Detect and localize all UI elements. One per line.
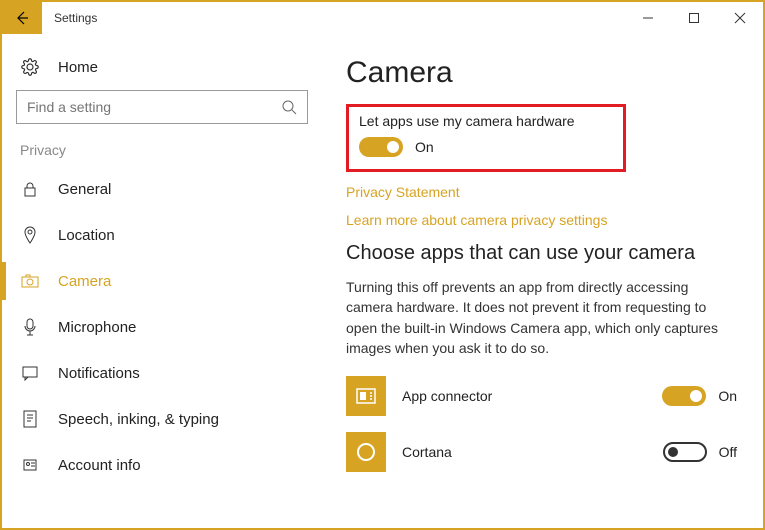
sidebar-item-label: Speech, inking, & typing <box>58 411 219 428</box>
speech-icon <box>20 410 40 428</box>
highlight-box: Let apps use my camera hardware On <box>346 104 626 172</box>
app-connector-toggle[interactable] <box>662 386 706 406</box>
camera-icon <box>20 274 40 288</box>
master-toggle-state: On <box>415 139 434 155</box>
lock-icon <box>20 181 40 197</box>
maximize-button[interactable] <box>671 2 717 34</box>
privacy-statement-link[interactable]: Privacy Statement <box>346 184 737 200</box>
category-label: Privacy <box>2 142 322 166</box>
sidebar-item-microphone[interactable]: Microphone <box>2 304 322 350</box>
sidebar-item-camera[interactable]: Camera <box>2 258 322 304</box>
sidebar-item-label: Camera <box>58 273 111 290</box>
sidebar: Home Privacy General Location Camera Mic… <box>2 34 322 528</box>
home-label: Home <box>58 59 98 76</box>
search-box[interactable] <box>16 90 308 124</box>
master-toggle[interactable] <box>359 137 403 157</box>
arrow-left-icon <box>14 10 30 26</box>
app-row-cortana: Cortana Off <box>346 432 737 472</box>
sidebar-item-label: Account info <box>58 457 141 474</box>
cortana-state: Off <box>719 444 737 460</box>
home-button[interactable]: Home <box>2 50 322 90</box>
master-toggle-label: Let apps use my camera hardware <box>359 113 613 129</box>
sidebar-item-speech[interactable]: Speech, inking, & typing <box>2 396 322 442</box>
app-connector-icon <box>346 376 386 416</box>
sidebar-item-label: Location <box>58 227 115 244</box>
sidebar-item-label: Notifications <box>58 365 140 382</box>
sidebar-item-general[interactable]: General <box>2 166 322 212</box>
sidebar-item-location[interactable]: Location <box>2 212 322 258</box>
page-title: Camera <box>346 56 737 90</box>
minimize-button[interactable] <box>625 2 671 34</box>
account-icon <box>20 457 40 473</box>
close-button[interactable] <box>717 2 763 34</box>
titlebar: Settings <box>2 2 763 34</box>
app-row-app-connector: App connector On <box>346 376 737 416</box>
window-controls <box>625 2 763 34</box>
cortana-icon <box>346 432 386 472</box>
learn-more-link[interactable]: Learn more about camera privacy settings <box>346 212 737 228</box>
search-input[interactable] <box>27 99 281 115</box>
microphone-icon <box>20 318 40 336</box>
search-icon <box>281 99 297 115</box>
back-button[interactable] <box>2 2 42 34</box>
sidebar-item-notifications[interactable]: Notifications <box>2 350 322 396</box>
apps-section-title: Choose apps that can use your camera <box>346 242 737 265</box>
cortana-toggle[interactable] <box>663 442 707 462</box>
main-panel: Camera Let apps use my camera hardware O… <box>322 34 763 528</box>
location-icon <box>20 226 40 244</box>
notifications-icon <box>20 365 40 381</box>
app-name: Cortana <box>402 444 651 460</box>
app-name: App connector <box>402 388 651 404</box>
gear-icon <box>20 58 40 76</box>
sidebar-item-label: General <box>58 181 111 198</box>
sidebar-item-account[interactable]: Account info <box>2 442 322 488</box>
app-connector-state: On <box>718 388 737 404</box>
apps-section-description: Turning this off prevents an app from di… <box>346 277 736 358</box>
window-title: Settings <box>54 11 625 25</box>
sidebar-item-label: Microphone <box>58 319 136 336</box>
